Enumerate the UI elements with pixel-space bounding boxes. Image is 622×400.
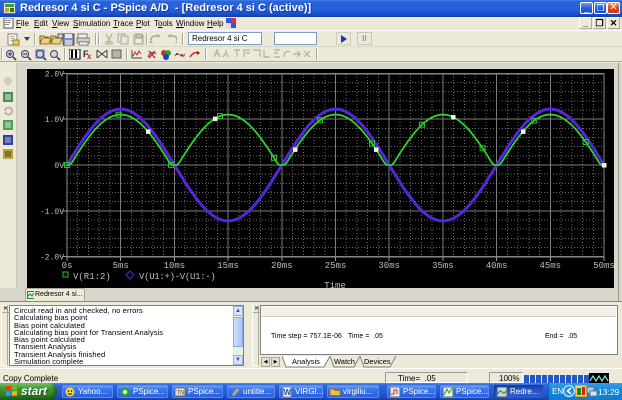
svg-text:35ms: 35ms <box>432 261 454 271</box>
svg-text:30ms: 30ms <box>378 261 400 271</box>
svg-text:Devices: Devices <box>364 357 391 366</box>
svg-text:Analysis: Analysis <box>292 357 320 366</box>
svg-text:40ms: 40ms <box>486 261 508 271</box>
svg-text:-2.0V: -2.0V <box>40 254 64 263</box>
svg-text:W: W <box>284 388 292 397</box>
svg-text:0s: 0s <box>62 261 73 271</box>
svg-text:Watch: Watch <box>334 357 355 366</box>
svg-text:x: x <box>87 52 92 60</box>
svg-text:1.0V: 1.0V <box>45 116 64 125</box>
svg-text:TN: TN <box>177 391 185 397</box>
svg-text:20ms: 20ms <box>271 261 293 271</box>
svg-text:0V: 0V <box>54 162 64 171</box>
svg-text:V(U1:+)-V(U1:-): V(U1:+)-V(U1:-) <box>139 272 216 282</box>
svg-text:15ms: 15ms <box>217 261 239 271</box>
svg-text:-1.0V: -1.0V <box>40 208 64 217</box>
svg-text:5ms: 5ms <box>113 261 129 271</box>
svg-text:V(R1:2): V(R1:2) <box>73 272 111 282</box>
svg-text:2.0V: 2.0V <box>45 70 64 79</box>
svg-text:45ms: 45ms <box>539 261 561 271</box>
svg-text:10ms: 10ms <box>164 261 186 271</box>
svg-text:25ms: 25ms <box>325 261 347 271</box>
svg-text:50ms: 50ms <box>593 261 614 271</box>
